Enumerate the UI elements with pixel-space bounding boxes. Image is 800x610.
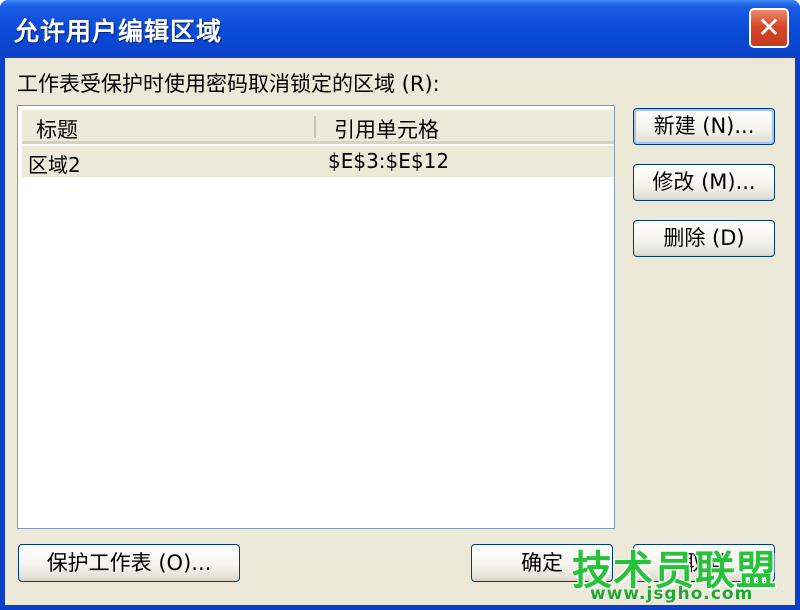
column-header-title[interactable]: 标题	[36, 114, 78, 144]
close-button[interactable]: ✕	[749, 8, 789, 48]
column-divider[interactable]	[314, 116, 316, 138]
new-button[interactable]: 新建 (N)...	[633, 108, 775, 145]
row-reference: $E$3:$E$12	[328, 149, 450, 173]
dialog-window: 允许用户编辑区域 ✕ 工作表受保护时使用密码取消锁定的区域 (R): 标题 引用…	[0, 0, 800, 610]
modify-button[interactable]: 修改 (M)...	[633, 164, 775, 201]
list-item[interactable]: 区域2 $E$3:$E$12	[22, 146, 614, 177]
row-title: 区域2	[28, 153, 81, 177]
watermark: 技术员联盟 www.jsgho.com	[572, 538, 792, 608]
ranges-label: 工作表受保护时使用密码取消锁定的区域 (R):	[17, 72, 440, 96]
dialog-body: 工作表受保护时使用密码取消锁定的区域 (R): 标题 引用单元格 区域2 $E$…	[5, 58, 795, 605]
watermark-url: www.jsgho.com	[590, 584, 754, 604]
delete-button[interactable]: 删除 (D)	[633, 220, 775, 257]
protect-sheet-button[interactable]: 保护工作表 (O)...	[18, 544, 240, 582]
ranges-listbox[interactable]: 标题 引用单元格 区域2 $E$3:$E$12	[17, 105, 615, 529]
close-icon: ✕	[757, 11, 781, 44]
list-header: 标题 引用单元格	[22, 110, 614, 144]
title-bar[interactable]: 允许用户编辑区域 ✕	[0, 0, 800, 58]
column-header-reference[interactable]: 引用单元格	[334, 114, 439, 144]
window-title: 允许用户编辑区域	[14, 17, 223, 46]
